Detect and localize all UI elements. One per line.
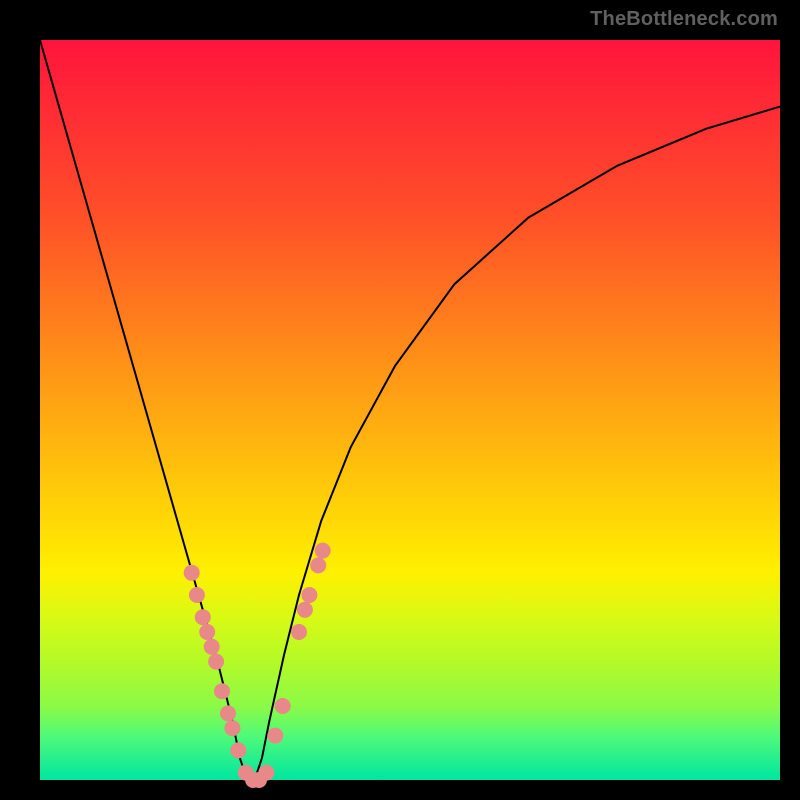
data-marker [220,705,236,721]
data-marker [208,654,224,670]
data-marker [204,639,220,655]
chart-frame: TheBottleneck.com [0,0,800,800]
data-markers [184,543,331,788]
data-marker [291,624,307,640]
watermark-text: TheBottleneck.com [590,8,778,31]
data-marker [258,765,274,781]
data-marker [224,720,240,736]
data-marker [275,698,291,714]
data-marker [189,587,205,603]
data-marker [301,587,317,603]
chart-svg [40,40,780,780]
data-marker [199,624,215,640]
data-marker [297,602,313,618]
data-marker [184,565,200,581]
data-marker [310,557,326,573]
data-marker [267,728,283,744]
data-marker [315,543,331,559]
data-marker [195,609,211,625]
bottleneck-curve [40,40,780,780]
data-marker [214,683,230,699]
data-marker [230,742,246,758]
